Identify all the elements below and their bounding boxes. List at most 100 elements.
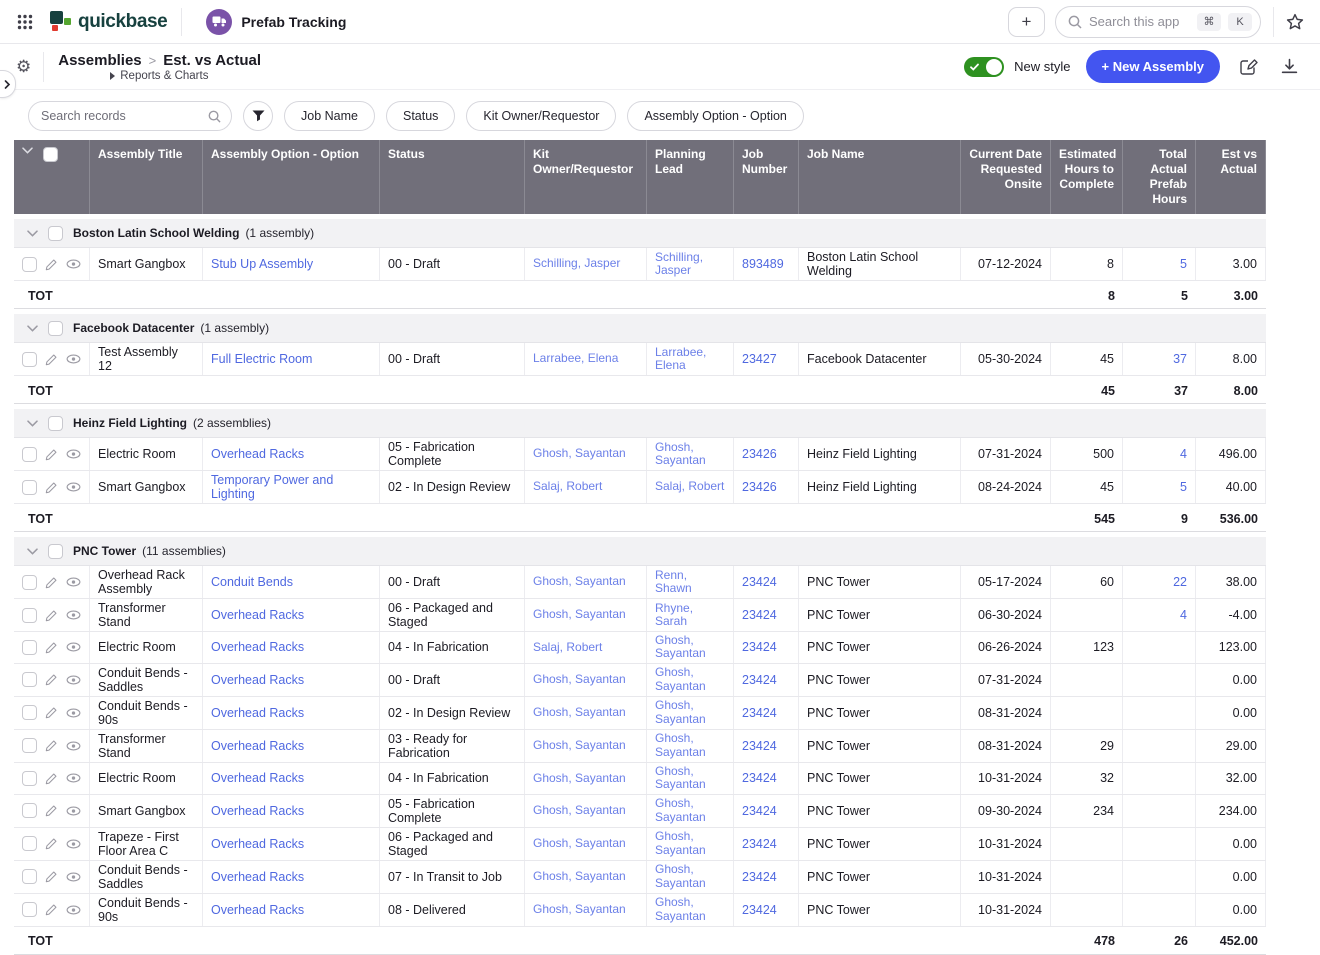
cell-option-link[interactable]: Temporary Power and Lighting	[211, 473, 371, 501]
view-record-icon[interactable]	[66, 449, 81, 459]
cell-job_number-link[interactable]: 23426	[742, 480, 777, 494]
column-header-planning_lead[interactable]: Planning Lead	[647, 140, 734, 214]
cell-job_number-link[interactable]: 23426	[742, 447, 777, 461]
cell-option-link[interactable]: Conduit Bends	[211, 575, 293, 589]
column-header-job_name[interactable]: Job Name	[799, 140, 961, 214]
group-collapse-icon[interactable]	[27, 420, 38, 427]
cell-planning_lead-link[interactable]: Ghosh, Sayantan	[655, 732, 725, 759]
column-header-actual[interactable]: Total Actual Prefab Hours	[1123, 140, 1196, 214]
edit-record-icon[interactable]	[45, 903, 58, 916]
column-header-status[interactable]: Status	[380, 140, 525, 214]
select-all-checkbox[interactable]	[43, 147, 58, 162]
edit-record-icon[interactable]	[45, 258, 58, 271]
row-checkbox[interactable]	[22, 902, 37, 917]
cell-job_number-link[interactable]: 23424	[742, 706, 777, 720]
cell-planning_lead-link[interactable]: Rhyne, Sarah	[655, 602, 725, 629]
cell-actual-link[interactable]: 4	[1180, 608, 1187, 622]
cell-kit_owner-link[interactable]: Ghosh, Sayantan	[533, 804, 626, 817]
cell-kit_owner-link[interactable]: Ghosh, Sayantan	[533, 673, 626, 686]
cell-actual-link[interactable]: 5	[1180, 480, 1187, 494]
column-header-kit_owner[interactable]: Kit Owner/Requestor	[525, 140, 647, 214]
cell-option-link[interactable]: Overhead Racks	[211, 608, 304, 622]
cell-job_number-link[interactable]: 23424	[742, 640, 777, 654]
new-style-toggle[interactable]	[964, 57, 1004, 77]
cell-actual-link[interactable]: 4	[1180, 447, 1187, 461]
view-record-icon[interactable]	[66, 905, 81, 915]
group-collapse-icon[interactable]	[27, 230, 38, 237]
column-header-title[interactable]: Assembly Title	[90, 140, 203, 214]
cell-kit_owner-link[interactable]: Ghosh, Sayantan	[533, 608, 626, 621]
cell-planning_lead-link[interactable]: Ghosh, Sayantan	[655, 765, 725, 792]
app-tab-prefab-tracking[interactable]: Prefab Tracking	[196, 9, 356, 35]
column-header-date[interactable]: Current Date Requested Onsite	[961, 140, 1051, 214]
cell-planning_lead-link[interactable]: Larrabee, Elena	[655, 346, 725, 373]
group-checkbox[interactable]	[48, 321, 63, 336]
cell-kit_owner-link[interactable]: Larrabee, Elena	[533, 352, 618, 365]
cell-option-link[interactable]: Overhead Racks	[211, 640, 304, 654]
cell-job_number-link[interactable]: 23424	[742, 837, 777, 851]
cell-kit_owner-link[interactable]: Ghosh, Sayantan	[533, 447, 626, 460]
cell-planning_lead-link[interactable]: Ghosh, Sayantan	[655, 896, 725, 923]
favorite-star-icon[interactable]	[1284, 13, 1306, 31]
group-collapse-icon[interactable]	[27, 548, 38, 555]
view-record-icon[interactable]	[66, 675, 81, 685]
edit-record-icon[interactable]	[45, 576, 58, 589]
view-record-icon[interactable]	[66, 259, 81, 269]
cell-planning_lead-link[interactable]: Renn, Shawn	[655, 569, 725, 596]
cell-job_number-link[interactable]: 23424	[742, 870, 777, 884]
edit-record-icon[interactable]	[45, 870, 58, 883]
cell-job_number-link[interactable]: 23424	[742, 804, 777, 818]
cell-job_number-link[interactable]: 893489	[742, 257, 784, 271]
cell-job_number-link[interactable]: 23427	[742, 352, 777, 366]
group-checkbox[interactable]	[48, 544, 63, 559]
edit-record-icon[interactable]	[45, 739, 58, 752]
row-checkbox[interactable]	[22, 480, 37, 495]
view-record-icon[interactable]	[66, 773, 81, 783]
cell-planning_lead-link[interactable]: Ghosh, Sayantan	[655, 699, 725, 726]
cell-option-link[interactable]: Overhead Racks	[211, 870, 304, 884]
cell-kit_owner-link[interactable]: Ghosh, Sayantan	[533, 575, 626, 588]
cell-job_number-link[interactable]: 23424	[742, 903, 777, 917]
cell-job_number-link[interactable]: 23424	[742, 575, 777, 589]
row-checkbox[interactable]	[22, 869, 37, 884]
cell-planning_lead-link[interactable]: Salaj, Robert	[655, 480, 724, 493]
cell-option-link[interactable]: Overhead Racks	[211, 739, 304, 753]
cell-planning_lead-link[interactable]: Schilling, Jasper	[655, 251, 725, 278]
cell-option-link[interactable]: Overhead Racks	[211, 837, 304, 851]
view-record-icon[interactable]	[66, 642, 81, 652]
cell-option-link[interactable]: Overhead Racks	[211, 771, 304, 785]
cell-planning_lead-link[interactable]: Ghosh, Sayantan	[655, 830, 725, 857]
row-checkbox[interactable]	[22, 608, 37, 623]
row-checkbox[interactable]	[22, 575, 37, 590]
edit-record-icon[interactable]	[45, 448, 58, 461]
view-record-icon[interactable]	[66, 610, 81, 620]
row-checkbox[interactable]	[22, 771, 37, 786]
edit-record-icon[interactable]	[45, 837, 58, 850]
cell-kit_owner-link[interactable]: Salaj, Robert	[533, 641, 602, 654]
cell-kit_owner-link[interactable]: Ghosh, Sayantan	[533, 772, 626, 785]
app-search-input[interactable]: Search this app ⌘ K	[1055, 6, 1261, 38]
edit-record-icon[interactable]	[45, 673, 58, 686]
row-checkbox[interactable]	[22, 352, 37, 367]
cell-kit_owner-link[interactable]: Ghosh, Sayantan	[533, 706, 626, 719]
cell-kit_owner-link[interactable]: Ghosh, Sayantan	[533, 870, 626, 883]
cell-option-link[interactable]: Overhead Racks	[211, 903, 304, 917]
cell-planning_lead-link[interactable]: Ghosh, Sayantan	[655, 441, 725, 468]
edit-report-icon[interactable]	[1235, 58, 1262, 76]
new-tab-button[interactable]: +	[1008, 7, 1045, 37]
cell-option-link[interactable]: Overhead Racks	[211, 447, 304, 461]
reports-charts-link[interactable]: Reports & Charts	[110, 70, 261, 82]
download-icon[interactable]	[1277, 58, 1302, 75]
cell-option-link[interactable]: Full Electric Room	[211, 352, 312, 366]
filter-pill-assembly-option[interactable]: Assembly Option - Option	[627, 101, 803, 131]
cell-option-link[interactable]: Overhead Racks	[211, 706, 304, 720]
view-record-icon[interactable]	[66, 708, 81, 718]
group-checkbox[interactable]	[48, 226, 63, 241]
row-checkbox[interactable]	[22, 803, 37, 818]
quickbase-logo[interactable]: quickbase	[50, 11, 167, 33]
edit-record-icon[interactable]	[45, 609, 58, 622]
filter-pill-kit-owner[interactable]: Kit Owner/Requestor	[466, 101, 616, 131]
view-record-icon[interactable]	[66, 482, 81, 492]
filter-pill-job-name[interactable]: Job Name	[284, 101, 375, 131]
collapse-all-icon[interactable]	[22, 147, 33, 154]
